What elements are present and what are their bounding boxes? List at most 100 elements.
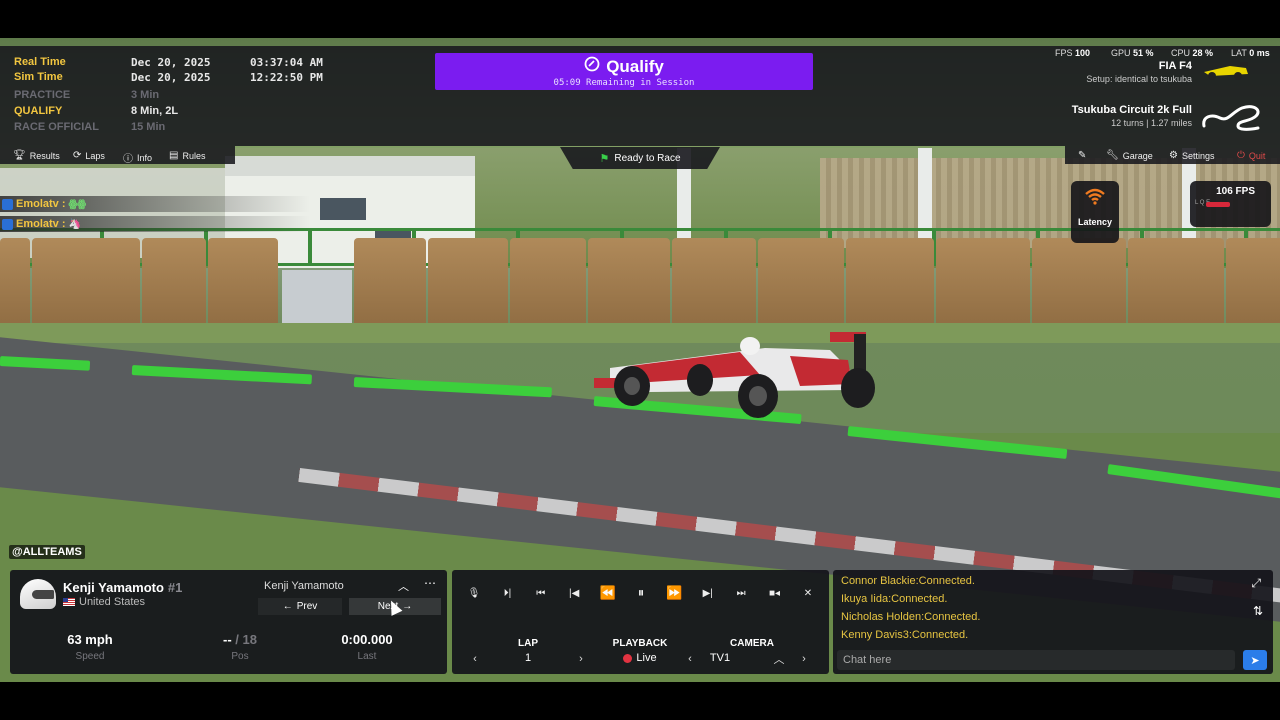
twitch-icon	[2, 218, 13, 230]
playback-live-button[interactable]: Live	[610, 652, 670, 664]
last-lap-value: 0:00.000	[341, 632, 393, 647]
us-flag-icon	[63, 598, 75, 606]
hay-bale	[1032, 238, 1126, 330]
lap-next-chevron-icon[interactable]: ›	[571, 651, 591, 667]
rewind-icon[interactable]: ⏪	[594, 582, 622, 604]
driver-country: United States	[79, 596, 146, 608]
info-button[interactable]: ⓘ Info	[123, 150, 153, 166]
previous-icon[interactable]: |◀	[560, 582, 588, 604]
step-frame-icon[interactable]: ⏵|	[493, 582, 521, 604]
viewer-entry: Emolatv : ꙮꙮ	[0, 196, 310, 212]
swap-icon[interactable]: ⇅	[1253, 604, 1263, 618]
chat-panel: Connor Blackie:Connected. Ikuya Iida:Con…	[833, 570, 1273, 674]
expand-icon[interactable]: ⤢	[1251, 576, 1261, 591]
pause-icon[interactable]: ⏸	[627, 582, 655, 604]
session-label-practice: PRACTICE	[14, 89, 71, 101]
hay-bale	[1226, 238, 1280, 330]
viewer-emote: ꙮꙮ	[68, 198, 87, 210]
car-name: FIA F4	[1158, 60, 1192, 72]
skip-to-start-icon[interactable]: ⏮	[527, 582, 555, 604]
speed-label: Speed	[75, 651, 105, 662]
position-total: 18	[242, 632, 257, 647]
sim-time-date: Dec 20, 2025	[131, 71, 211, 84]
hay-bale	[354, 238, 426, 330]
lap-prev-chevron-icon[interactable]: ‹	[465, 651, 485, 667]
driver-panel: Kenji Yamamoto #1 United States Kenji Yam…	[10, 570, 447, 674]
hay-bale	[758, 238, 844, 330]
driver-country-row: United States	[63, 596, 145, 608]
camera-chevron-up-icon[interactable]: ︿	[769, 651, 789, 667]
arrow-left-icon: ←	[282, 601, 293, 612]
real-time-date: Dec 20, 2025	[131, 56, 211, 69]
viewer-name: Emolatv :	[16, 198, 66, 210]
prev-driver-button[interactable]: ← Prev	[258, 598, 342, 615]
chevron-up-icon[interactable]: ︿	[398, 578, 409, 594]
rules-button[interactable]: ▤ Rules	[169, 150, 205, 161]
next-icon[interactable]: ▶|	[694, 582, 722, 604]
lap-value: 1	[524, 652, 532, 664]
session-label-qualify: QUALIFY	[14, 105, 63, 117]
results-label: Results	[29, 150, 60, 161]
latency-widget[interactable]: Latency	[1071, 181, 1119, 243]
hay-bale	[208, 238, 278, 330]
laps-icon: ⟳	[73, 150, 82, 161]
playback-value: Live	[636, 652, 657, 664]
position-value: --	[222, 632, 232, 647]
garage-button[interactable]: 🔧︎ Garage	[1106, 150, 1153, 161]
more-options-icon[interactable]: ⋯	[424, 576, 436, 590]
hay-bale	[846, 238, 934, 330]
stopwatch-icon	[584, 56, 600, 77]
arrow-right-icon: →	[402, 601, 413, 612]
fps-stat-value: 100	[1075, 48, 1091, 58]
laps-label: Laps	[85, 150, 105, 161]
laps-button[interactable]: ⟳ Laps	[73, 150, 105, 161]
gear-icon: ⚙	[1169, 150, 1178, 161]
results-button[interactable]: 🏆︎ Results	[13, 150, 60, 161]
info-label: Info	[137, 152, 153, 163]
driver-name-row: Kenji Yamamoto #1	[63, 580, 182, 595]
skip-to-end-icon[interactable]: ⏭	[727, 582, 755, 604]
send-icon[interactable]: ➤	[1243, 650, 1267, 670]
sim-time-label: Sim Time	[14, 71, 63, 83]
session-value-qualify: 8 Min, 2L	[131, 105, 179, 117]
driver-number: #1	[167, 580, 183, 595]
chat-message: Kenny Davis3:Connected.	[841, 629, 969, 641]
camera-value[interactable]: TV1	[690, 652, 750, 664]
last-lap-label: Last	[357, 651, 377, 662]
driver-selector[interactable]: Kenji Yamamoto	[264, 580, 344, 592]
session-banner-title: Qualify	[606, 56, 664, 76]
cpu-stat: CPU 28 %	[1171, 48, 1213, 58]
viewer-emote: 🦄	[68, 218, 81, 230]
cpu-stat-value: 28 %	[1192, 48, 1214, 58]
track-info: Tsukuba Circuit 2k Full 12 turns | 1.27 …	[1072, 104, 1192, 128]
viewer-name: Emolatv :	[16, 218, 66, 230]
car-info: FIA F4 Setup: identical to tsukuba	[1086, 60, 1192, 84]
session-banner-title-row: Qualify	[435, 56, 813, 77]
quit-button[interactable]: ⏻ Quit	[1237, 150, 1265, 161]
hay-bale	[0, 238, 30, 330]
speed-stat: 63 mph Speed	[50, 632, 130, 662]
ready-to-race-button[interactable]: ⚑ Ready to Race	[560, 147, 720, 169]
watermark: @ALLTEAMS	[9, 545, 85, 559]
chat-input[interactable]	[837, 650, 1235, 670]
info-icon: ⓘ	[123, 154, 133, 165]
microphone-icon[interactable]: 🎙︎	[460, 582, 488, 604]
edit-button[interactable]: ✎	[1078, 150, 1086, 161]
session-banner-subtitle: 05:09 Remaining in Session	[553, 78, 695, 88]
hay-bale	[142, 238, 206, 330]
fps-widget: L Q E 106 FPS	[1190, 181, 1271, 227]
fast-forward-icon[interactable]: ⏩	[660, 582, 688, 604]
fps-widget-bar	[1206, 202, 1230, 207]
tire-wall	[282, 270, 352, 330]
position-value-row: -- / 18	[190, 632, 290, 647]
viewer-entry: Emolatv : 🦄	[0, 216, 310, 232]
last-lap-stat: 0:00.000 Last	[317, 632, 417, 662]
tools-icon[interactable]: ✕	[794, 582, 822, 604]
gpu-stat-value: 51 %	[1133, 48, 1154, 58]
formula-car	[594, 332, 875, 418]
camera-next-chevron-icon[interactable]: ›	[794, 651, 814, 667]
settings-button[interactable]: ⚙ Settings	[1169, 150, 1215, 161]
video-camera-icon[interactable]: ■◂	[761, 582, 789, 604]
track-map-icon	[1202, 105, 1260, 131]
twitch-icon	[2, 198, 13, 210]
